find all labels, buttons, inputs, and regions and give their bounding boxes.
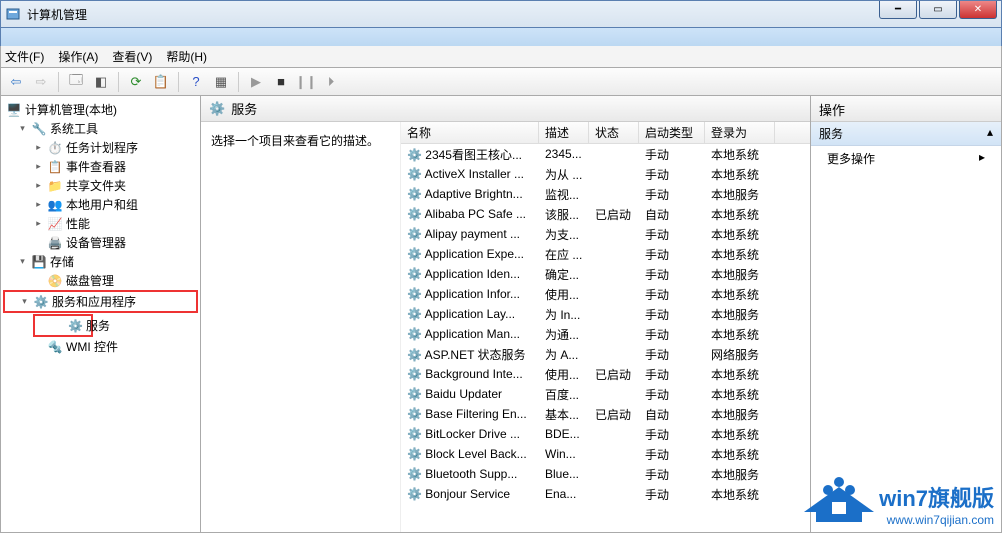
gear-icon: ⚙️ <box>407 487 422 501</box>
tree-system-tools[interactable]: ▾🔧系统工具 <box>3 119 198 138</box>
gear-icon: ⚙️ <box>407 387 422 401</box>
tree-root[interactable]: 🖥️计算机管理(本地) <box>3 100 198 119</box>
stop-button[interactable]: ■ <box>270 71 292 93</box>
description-pane: 选择一个项目来查看它的描述。 <box>201 122 401 532</box>
background-tabs <box>0 28 1002 46</box>
toolbar: ⇦ ⇨ 🗔 ◧ ⟳ 📋 ? ▦ ▶ ■ ❙❙ ⏵ <box>0 68 1002 96</box>
collapse-icon[interactable]: ▴ <box>987 125 993 142</box>
gear-icon: ⚙️ <box>407 167 422 181</box>
menubar: 文件(F) 操作(A) 查看(V) 帮助(H) <box>0 46 1002 68</box>
menu-help[interactable]: 帮助(H) <box>166 48 207 65</box>
minimize-button[interactable]: ━ <box>879 1 917 19</box>
gear-icon: ⚙️ <box>407 447 422 461</box>
service-row[interactable]: ⚙️ Application Iden...确定...手动本地服务 <box>401 264 810 284</box>
col-startup[interactable]: 启动类型 <box>639 122 705 143</box>
tree-task-scheduler[interactable]: ▸⏱️任务计划程序 <box>3 138 198 157</box>
tree-performance[interactable]: ▸📈性能 <box>3 214 198 233</box>
tree-device-manager[interactable]: 🖨️设备管理器 <box>3 233 198 252</box>
menu-file[interactable]: 文件(F) <box>5 48 44 65</box>
tree-pane[interactable]: 🖥️计算机管理(本地) ▾🔧系统工具 ▸⏱️任务计划程序 ▸📋事件查看器 ▸📁共… <box>1 96 201 532</box>
play-button[interactable]: ▶ <box>245 71 267 93</box>
services-header: ⚙️ 服务 <box>201 96 810 122</box>
watermark: win7旗舰版 www.win7qijian.com <box>879 481 994 527</box>
gear-icon: ⚙️ <box>407 427 422 441</box>
tree-event-viewer[interactable]: ▸📋事件查看器 <box>3 157 198 176</box>
tree-local-users[interactable]: ▸👥本地用户和组 <box>3 195 198 214</box>
close-button[interactable]: ✕ <box>959 1 997 19</box>
up-button[interactable]: 🗔 <box>65 71 87 93</box>
gear-icon: ⚙️ <box>209 101 225 117</box>
chevron-right-icon: ▸ <box>979 150 985 167</box>
menu-view[interactable]: 查看(V) <box>112 48 152 65</box>
col-logon[interactable]: 登录为 <box>705 122 775 143</box>
list-header[interactable]: 名称 描述 状态 启动类型 登录为 <box>401 122 810 144</box>
gear-icon: ⚙️ <box>407 187 422 201</box>
description-hint: 选择一个项目来查看它的描述。 <box>211 134 379 148</box>
service-row[interactable]: ⚙️ Application Infor...使用...手动本地系统 <box>401 284 810 304</box>
gear-icon: ⚙️ <box>407 267 422 281</box>
tree-disk-management[interactable]: 📀磁盘管理 <box>3 271 198 290</box>
gear-icon: ⚙️ <box>407 247 422 261</box>
service-row[interactable]: ⚙️ Alipay payment ...为支...手动本地系统 <box>401 224 810 244</box>
menu-action[interactable]: 操作(A) <box>58 48 98 65</box>
service-row[interactable]: ⚙️ Bluetooth Supp...Blue...手动本地服务 <box>401 464 810 484</box>
gear-icon: ⚙️ <box>407 307 422 321</box>
service-row[interactable]: ⚙️ Application Lay...为 In...手动本地服务 <box>401 304 810 324</box>
help-button[interactable]: ? <box>185 71 207 93</box>
window-titlebar: 计算机管理 ━ ▭ ✕ <box>0 0 1002 28</box>
forward-button[interactable]: ⇨ <box>30 71 52 93</box>
window-title: 计算机管理 <box>27 6 997 23</box>
show-hide-tree-button[interactable]: ◧ <box>90 71 112 93</box>
tree-services[interactable]: ⚙️服务 <box>33 314 93 337</box>
refresh-button[interactable]: ⟳ <box>125 71 147 93</box>
gear-icon: ⚙️ <box>407 467 422 481</box>
col-desc[interactable]: 描述 <box>539 122 589 143</box>
export-button[interactable]: 📋 <box>150 71 172 93</box>
service-row[interactable]: ⚙️ Block Level Back...Win...手动本地系统 <box>401 444 810 464</box>
service-row[interactable]: ⚙️ 2345看图王核心...2345...手动本地系统 <box>401 144 810 164</box>
actions-more[interactable]: 更多操作▸ <box>811 146 1001 171</box>
actions-header: 操作 <box>811 96 1001 122</box>
tree-storage[interactable]: ▾💾存储 <box>3 252 198 271</box>
service-row[interactable]: ⚙️ BitLocker Drive ...BDE...手动本地系统 <box>401 424 810 444</box>
tree-wmi[interactable]: 🔩WMI 控件 <box>3 337 198 356</box>
tree-shared-folders[interactable]: ▸📁共享文件夹 <box>3 176 198 195</box>
actions-pane: 操作 服务▴ 更多操作▸ <box>811 96 1001 532</box>
services-list[interactable]: 名称 描述 状态 启动类型 登录为 ⚙️ 2345看图王核心...2345...… <box>401 122 810 532</box>
app-icon <box>5 6 21 22</box>
service-row[interactable]: ⚙️ Adaptive Brightn...监视...手动本地服务 <box>401 184 810 204</box>
gear-icon: ⚙️ <box>407 327 422 341</box>
actions-subheader[interactable]: 服务▴ <box>811 122 1001 146</box>
service-row[interactable]: ⚙️ ActiveX Installer ...为从 ...手动本地系统 <box>401 164 810 184</box>
gear-icon: ⚙️ <box>407 407 422 421</box>
gear-icon: ⚙️ <box>407 348 422 362</box>
back-button[interactable]: ⇦ <box>5 71 27 93</box>
services-header-label: 服务 <box>231 99 257 118</box>
service-row[interactable]: ⚙️ Baidu Updater百度...手动本地系统 <box>401 384 810 404</box>
pause-button[interactable]: ❙❙ <box>295 71 317 93</box>
service-row[interactable]: ⚙️ Application Expe...在应 ...手动本地系统 <box>401 244 810 264</box>
properties-button[interactable]: ▦ <box>210 71 232 93</box>
gear-icon: ⚙️ <box>407 227 422 241</box>
service-row[interactable]: ⚙️ Alibaba PC Safe ...该服...已启动自动本地系统 <box>401 204 810 224</box>
service-row[interactable]: ⚙️ Bonjour ServiceEna...手动本地系统 <box>401 484 810 504</box>
service-row[interactable]: ⚙️ Base Filtering En...基本...已启动自动本地服务 <box>401 404 810 424</box>
gear-icon: ⚙️ <box>407 367 422 381</box>
maximize-button[interactable]: ▭ <box>919 1 957 19</box>
restart-button[interactable]: ⏵ <box>320 71 342 93</box>
col-status[interactable]: 状态 <box>589 122 639 143</box>
service-row[interactable]: ⚙️ Background Inte...使用...已启动手动本地系统 <box>401 364 810 384</box>
service-row[interactable]: ⚙️ Application Man...为通...手动本地系统 <box>401 324 810 344</box>
col-name[interactable]: 名称 <box>401 122 539 143</box>
tree-services-apps[interactable]: ▾⚙️服务和应用程序 <box>3 290 198 313</box>
gear-icon: ⚙️ <box>407 148 422 162</box>
service-row[interactable]: ⚙️ ASP.NET 状态服务为 A...手动网络服务 <box>401 344 810 364</box>
gear-icon: ⚙️ <box>407 207 422 221</box>
gear-icon: ⚙️ <box>407 287 422 301</box>
